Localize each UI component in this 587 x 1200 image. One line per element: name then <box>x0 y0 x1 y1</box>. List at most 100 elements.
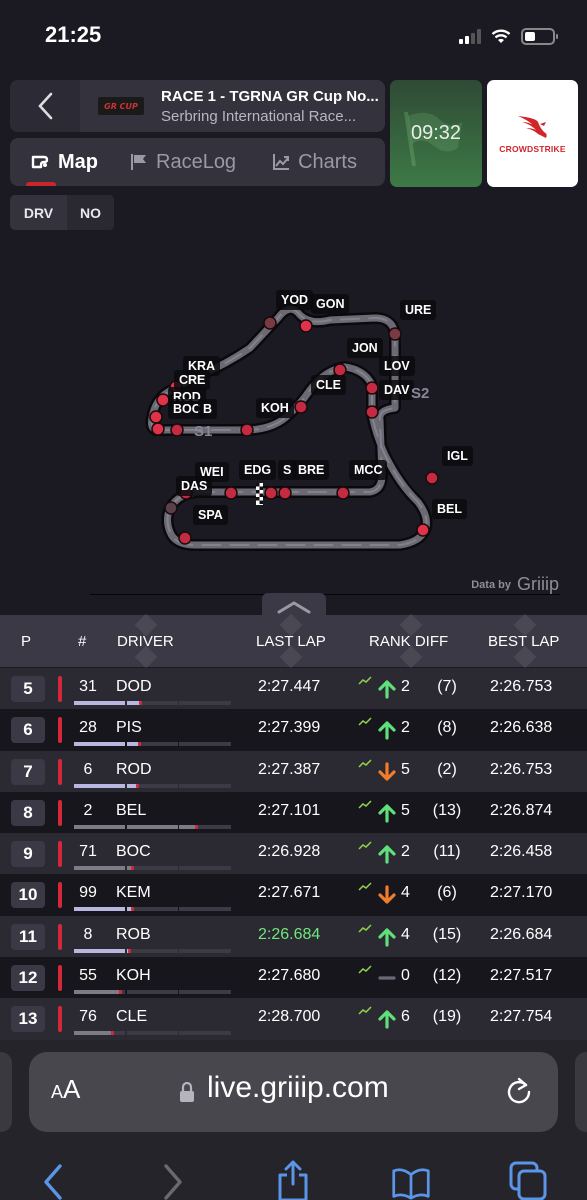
arrow-up-icon <box>378 680 396 699</box>
trend-sparkline-icon[interactable] <box>358 1006 372 1015</box>
table-row[interactable]: 13 76 CLE 2:28.700 6 (19) 2:27.754 <box>0 998 587 1040</box>
sector-fill <box>126 701 140 705</box>
track-map-icon <box>31 155 49 169</box>
column-header-last-lap[interactable]: LAST LAP <box>256 615 326 667</box>
map-label-mcc[interactable]: MCC <box>349 460 388 480</box>
driver-code[interactable]: BOC <box>116 843 151 861</box>
car-number: 6 <box>83 760 93 778</box>
rank-diff-value: 0 <box>401 967 410 985</box>
share-icon[interactable] <box>273 1160 313 1200</box>
bookmarks-icon[interactable] <box>391 1160 431 1200</box>
map-label-lov[interactable]: LOV <box>379 356 415 376</box>
sector-fill <box>74 742 126 747</box>
browser-back-icon[interactable] <box>36 1160 76 1200</box>
tab-map[interactable]: Map <box>26 138 98 186</box>
map-label-b[interactable]: B <box>198 399 218 419</box>
table-row[interactable]: 10 99 KEM 2:27.671 4 (6) 2:27.170 <box>0 874 587 916</box>
trend-sparkline-icon[interactable] <box>358 717 372 726</box>
class-indicator <box>58 758 62 785</box>
position-badge: 5 <box>11 676 45 702</box>
last-lap-time: 2:27.399 <box>258 719 321 737</box>
race-info[interactable]: RACE 1 - TGRNA GR Cup No... Serbring Int… <box>161 88 379 125</box>
map-label-edg[interactable]: EDG <box>239 460 277 480</box>
data-attribution[interactable]: Data by Griiip <box>471 574 559 595</box>
driver-code[interactable]: BEL <box>116 802 146 820</box>
sponsor-banner[interactable]: CROWDSTRIKE <box>487 80 578 187</box>
rank-diff-value: 4 <box>401 884 410 902</box>
driver-code[interactable]: KEM <box>116 884 151 902</box>
rank-direction <box>376 1008 398 1030</box>
map-label-dav[interactable]: DAV <box>379 380 415 400</box>
driver-code[interactable]: ROB <box>116 926 151 944</box>
column-header-pos[interactable]: P <box>21 615 31 667</box>
back-button[interactable] <box>10 80 80 132</box>
car-marker <box>240 423 254 437</box>
best-lap-time: 2:27.517 <box>490 967 553 985</box>
map-label-yod[interactable]: YOD <box>276 290 314 310</box>
rank-diff-value: 5 <box>401 801 410 819</box>
car-marker <box>178 531 192 545</box>
column-header-num[interactable]: # <box>78 615 86 667</box>
car-marker <box>336 486 350 500</box>
next-tab-pill[interactable] <box>575 1052 587 1132</box>
driver-code[interactable]: ROD <box>116 761 152 779</box>
position-badge: 6 <box>11 717 45 744</box>
column-header-rank-diff[interactable]: RANK DIFF <box>369 615 448 667</box>
best-lap-time: 2:26.684 <box>490 925 553 943</box>
tab-racelog[interactable]: RaceLog <box>130 138 236 186</box>
driver-code[interactable]: PIS <box>116 719 142 737</box>
table-row[interactable]: 8 2 BEL 2:27.101 5 (13) 2:26.874 <box>0 791 587 834</box>
column-header-best-lap[interactable]: BEST LAP <box>488 615 559 667</box>
tab-charts[interactable]: Charts <box>272 138 357 186</box>
class-indicator <box>58 799 62 826</box>
previous-rank: (8) <box>437 719 457 737</box>
table-row[interactable]: 6 28 PIS 2:27.399 2 (8) 2:26.638 <box>0 709 587 751</box>
text-size-button[interactable]: AA <box>51 1074 80 1105</box>
driver-code[interactable]: DOD <box>116 678 152 696</box>
browser-forward-icon[interactable] <box>150 1160 190 1200</box>
map-label-spa[interactable]: SPA <box>193 505 228 525</box>
map-label-das[interactable]: DAS <box>176 476 213 496</box>
reload-icon[interactable] <box>504 1076 534 1106</box>
map-label-bre[interactable]: BRE <box>293 460 330 480</box>
table-row[interactable]: 5 31 DOD 2:27.447 2 (7) 2:26.753 <box>0 668 587 710</box>
map-label-koh[interactable]: KOH <box>256 398 294 418</box>
map-label-bel[interactable]: BEL <box>432 499 467 519</box>
drv-value[interactable]: NO <box>67 195 114 230</box>
car-number: 31 <box>79 678 97 695</box>
trend-sparkline-icon[interactable] <box>358 924 372 933</box>
trend-sparkline-icon[interactable] <box>358 882 372 892</box>
table-row[interactable]: 11 8 ROB 2:26.684 4 (15) 2:26.684 <box>0 915 587 958</box>
last-lap-time: 2:26.684 <box>258 925 321 943</box>
trend-sparkline-icon[interactable] <box>358 841 372 850</box>
tabs-icon[interactable] <box>508 1160 548 1200</box>
previous-rank: (7) <box>437 678 457 695</box>
url-text[interactable]: live.griiip.com <box>207 1071 389 1105</box>
driver-code[interactable]: KOH <box>116 967 151 985</box>
text-size-small: A <box>51 1082 64 1102</box>
sector-fill <box>74 1031 111 1036</box>
start-finish-line <box>256 483 263 505</box>
drv-toggle[interactable]: DRV NO <box>10 195 114 230</box>
previous-tab-pill[interactable] <box>0 1052 12 1132</box>
trend-sparkline-icon[interactable] <box>358 676 372 685</box>
table-row[interactable]: 12 55 KOH 2:27.680 0 (12) 2:27.517 <box>0 957 587 999</box>
car-progress-marker <box>139 701 143 705</box>
class-indicator <box>58 841 62 868</box>
table-row[interactable]: 9 71 BOC 2:26.928 2 (11) 2:26.458 <box>0 833 587 875</box>
map-label-gon[interactable]: GON <box>311 294 350 314</box>
driver-code[interactable]: CLE <box>116 1008 147 1026</box>
trend-sparkline-icon[interactable] <box>358 800 372 809</box>
trend-sparkline-icon[interactable] <box>358 759 372 768</box>
table-row[interactable]: 7 6 ROD 2:27.387 5 (2) 2:26.753 <box>0 750 587 792</box>
map-label-igl[interactable]: IGL <box>442 446 473 466</box>
map-label-ure[interactable]: URE <box>400 300 437 320</box>
class-indicator <box>58 882 62 909</box>
track-map[interactable]: YOD GON URE JON LOV DAV KRA CRE ROD BOC … <box>0 240 587 600</box>
crowdstrike-falcon-icon <box>517 115 547 138</box>
map-label-jon[interactable]: JON <box>347 338 383 358</box>
address-bar[interactable]: AA live.griiip.com <box>29 1052 558 1132</box>
map-label-cle[interactable]: CLE <box>311 375 346 395</box>
column-header-driver[interactable]: DRIVER <box>117 615 174 667</box>
trend-sparkline-icon[interactable] <box>358 965 372 974</box>
